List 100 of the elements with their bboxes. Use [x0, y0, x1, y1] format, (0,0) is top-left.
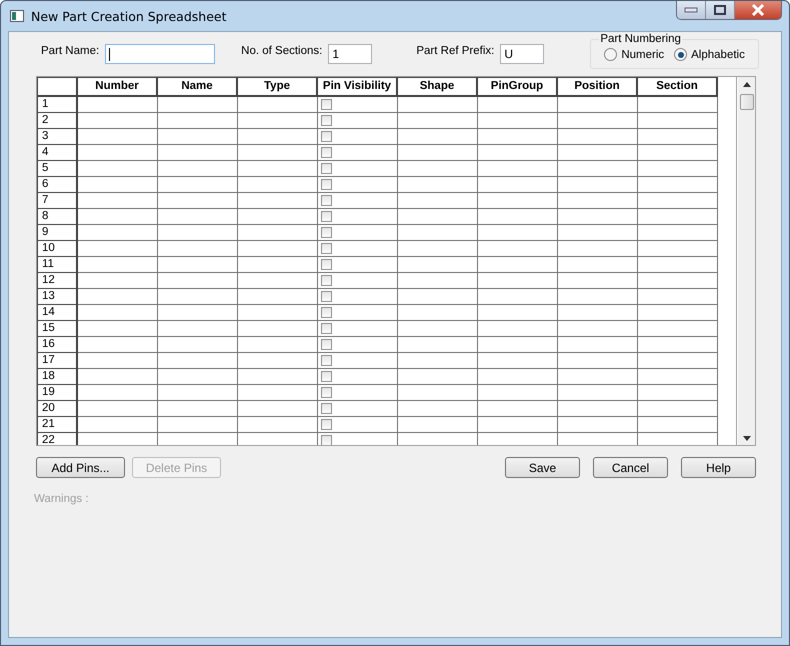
table-cell[interactable]	[638, 337, 718, 353]
table-cell[interactable]	[558, 113, 638, 129]
row-header[interactable]: 13	[37, 289, 78, 305]
table-cell[interactable]	[558, 401, 638, 417]
checkbox[interactable]	[321, 387, 332, 398]
table-cell[interactable]	[238, 305, 318, 321]
column-header[interactable]: Number	[78, 77, 158, 97]
table-cell[interactable]	[318, 209, 398, 225]
row-header[interactable]: 6	[37, 177, 78, 193]
table-cell[interactable]	[318, 225, 398, 241]
table-cell[interactable]	[558, 353, 638, 369]
table-cell[interactable]	[478, 289, 558, 305]
table-cell[interactable]	[398, 401, 478, 417]
table-cell[interactable]	[558, 321, 638, 337]
row-header[interactable]: 2	[37, 113, 78, 129]
row-header[interactable]: 19	[37, 385, 78, 401]
table-cell[interactable]	[558, 97, 638, 113]
table-cell[interactable]	[238, 161, 318, 177]
table-cell[interactable]	[558, 289, 638, 305]
row-header[interactable]: 8	[37, 209, 78, 225]
table-cell[interactable]	[158, 385, 238, 401]
table-cell[interactable]	[158, 417, 238, 433]
table-cell[interactable]	[638, 129, 718, 145]
table-cell[interactable]	[478, 337, 558, 353]
table-cell[interactable]	[78, 97, 158, 113]
table-cell[interactable]	[238, 353, 318, 369]
table-cell[interactable]	[238, 401, 318, 417]
table-cell[interactable]	[318, 321, 398, 337]
table-cell[interactable]	[558, 177, 638, 193]
table-cell[interactable]	[158, 337, 238, 353]
table-cell[interactable]	[478, 209, 558, 225]
table-cell[interactable]	[238, 257, 318, 273]
table-cell[interactable]	[158, 273, 238, 289]
maximize-button[interactable]	[706, 1, 735, 19]
checkbox[interactable]	[321, 419, 332, 430]
table-cell[interactable]	[238, 113, 318, 129]
table-cell[interactable]	[78, 353, 158, 369]
table-cell[interactable]	[238, 385, 318, 401]
table-cell[interactable]	[78, 369, 158, 385]
table-cell[interactable]	[558, 385, 638, 401]
row-header[interactable]: 10	[37, 241, 78, 257]
table-cell[interactable]	[398, 209, 478, 225]
column-header[interactable]: Position	[558, 77, 638, 97]
table-cell[interactable]	[78, 225, 158, 241]
table-cell[interactable]	[238, 129, 318, 145]
table-cell[interactable]	[478, 305, 558, 321]
row-header[interactable]: 20	[37, 401, 78, 417]
table-cell[interactable]	[158, 401, 238, 417]
checkbox[interactable]	[321, 179, 332, 190]
table-cell[interactable]	[478, 145, 558, 161]
table-cell[interactable]	[78, 337, 158, 353]
table-cell[interactable]	[318, 257, 398, 273]
table-cell[interactable]	[78, 289, 158, 305]
checkbox[interactable]	[321, 195, 332, 206]
table-cell[interactable]	[238, 241, 318, 257]
table-cell[interactable]	[78, 257, 158, 273]
table-cell[interactable]	[638, 305, 718, 321]
table-cell[interactable]	[238, 337, 318, 353]
table-cell[interactable]	[318, 113, 398, 129]
checkbox[interactable]	[321, 211, 332, 222]
table-cell[interactable]	[478, 241, 558, 257]
table-cell[interactable]	[398, 97, 478, 113]
table-cell[interactable]	[558, 257, 638, 273]
table-cell[interactable]	[398, 417, 478, 433]
table-cell[interactable]	[638, 369, 718, 385]
table-cell[interactable]	[638, 161, 718, 177]
text-field[interactable]: U	[500, 44, 544, 64]
table-cell[interactable]	[398, 353, 478, 369]
table-cell[interactable]	[638, 209, 718, 225]
table-cell[interactable]	[318, 129, 398, 145]
table-cell[interactable]	[398, 337, 478, 353]
scroll-up-icon[interactable]	[742, 82, 751, 87]
table-cell[interactable]	[318, 97, 398, 113]
table-cell[interactable]	[398, 321, 478, 337]
row-header[interactable]: 18	[37, 369, 78, 385]
table-cell[interactable]	[318, 353, 398, 369]
table-cell[interactable]	[478, 401, 558, 417]
checkbox[interactable]	[321, 371, 332, 382]
table-cell[interactable]	[238, 145, 318, 161]
text-field[interactable]: 1	[328, 44, 372, 64]
table-cell[interactable]	[78, 209, 158, 225]
table-cell[interactable]	[558, 417, 638, 433]
table-cell[interactable]	[478, 161, 558, 177]
row-header[interactable]: 16	[37, 337, 78, 353]
table-cell[interactable]	[478, 369, 558, 385]
table-cell[interactable]	[638, 289, 718, 305]
table-cell[interactable]	[398, 369, 478, 385]
table-cell[interactable]	[478, 273, 558, 289]
table-cell[interactable]	[158, 129, 238, 145]
table-cell[interactable]	[318, 305, 398, 321]
table-cell[interactable]	[558, 193, 638, 209]
table-cell[interactable]	[558, 209, 638, 225]
table-cell[interactable]	[398, 305, 478, 321]
table-cell[interactable]	[638, 113, 718, 129]
table-cell[interactable]	[638, 273, 718, 289]
table-cell[interactable]	[78, 129, 158, 145]
table-cell[interactable]	[238, 225, 318, 241]
table-cell[interactable]	[78, 193, 158, 209]
table-cell[interactable]	[558, 145, 638, 161]
table-cell[interactable]	[78, 401, 158, 417]
